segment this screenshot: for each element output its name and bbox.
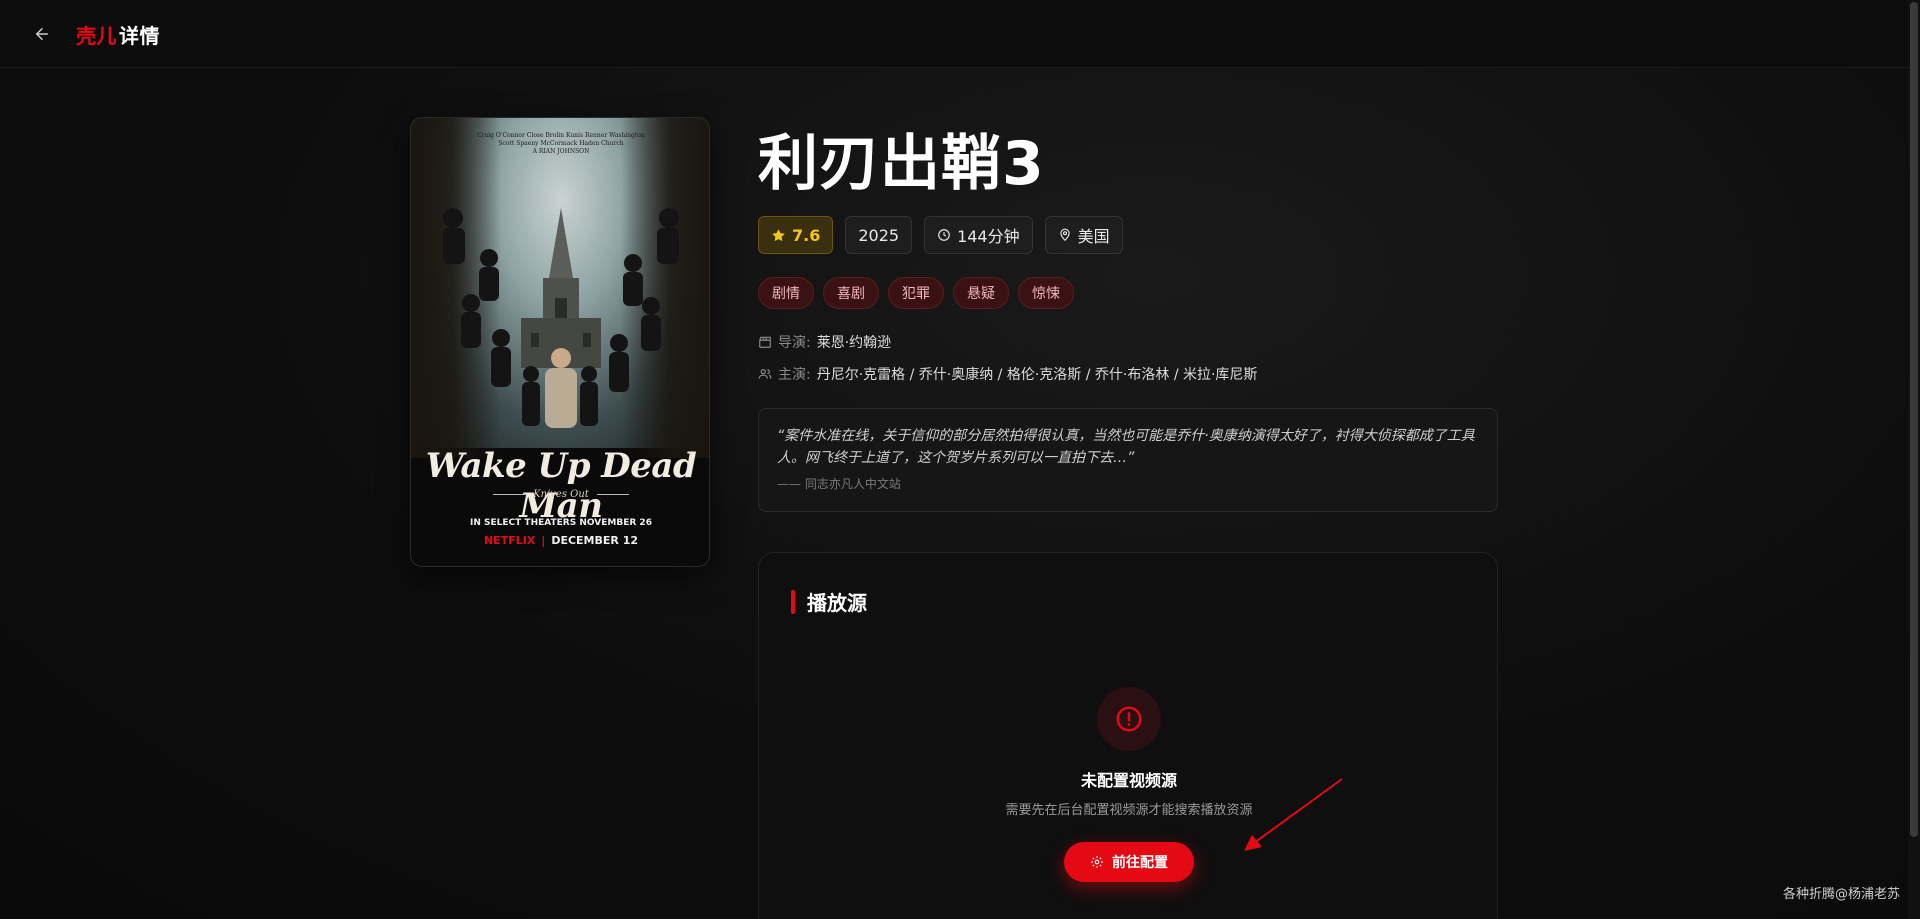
poster-credits-director: A RIAN JOHNSON: [532, 148, 590, 155]
alert-circle-icon: [1116, 706, 1142, 732]
play-source-title: 播放源: [807, 591, 867, 615]
poster-cast-figures: [443, 208, 679, 428]
genre-tag[interactable]: 惊悚: [1018, 277, 1074, 309]
genre-tag[interactable]: 剧情: [758, 277, 814, 309]
genre-tag[interactable]: 悬疑: [953, 277, 1009, 309]
director-label: 导演:: [778, 335, 811, 351]
genre-tag[interactable]: 喜剧: [823, 277, 879, 309]
cast-row: 主演: 丹尼尔·克雷格 / 乔什·奥康纳 / 格伦·克洛斯 / 乔什·布洛林 /…: [758, 364, 1257, 384]
poster-release: NETFLIX | DECEMBER 12: [411, 534, 709, 547]
back-button[interactable]: [30, 22, 54, 46]
play-source-panel: 播放源 未配置视频源 需要先在后台配置视频源才能搜索播放资源 前往配置: [758, 552, 1498, 919]
scrollbar-track[interactable]: [1908, 0, 1920, 919]
gear-icon: [1091, 856, 1103, 868]
cast-names: 丹尼尔·克雷格 / 乔什·奥康纳 / 格伦·克洛斯 / 乔什·布洛林 / 米拉·…: [816, 367, 1258, 383]
users-icon: [758, 369, 772, 379]
annotation-arrow-icon: [1244, 778, 1343, 851]
year-badge: 2025: [845, 216, 913, 254]
clock-icon: [938, 229, 950, 241]
country-badge: 美国: [1044, 216, 1123, 254]
go-to-config-label: 前往配置: [1112, 855, 1168, 871]
poster-theaters: IN SELECT THEATERS NOVEMBER 26: [470, 518, 652, 528]
movie-poster: Craig O'Connor Close Brolin Kunis Renner…: [410, 117, 710, 567]
watermark: 各种折腾@杨浦老苏: [1782, 887, 1900, 902]
poster-release-date: DECEMBER 12: [551, 534, 639, 547]
poster-network: NETFLIX: [483, 534, 536, 547]
poster-credits: Craig O'Connor Close Brolin Kunis Renner…: [431, 132, 691, 156]
rating-badge: 7.6: [758, 216, 834, 254]
poster-credits-top: Craig O'Connor Close Brolin Kunis Renner…: [477, 132, 645, 139]
duration-badge: 144分钟: [924, 216, 1033, 254]
arrow-left-icon: [36, 28, 48, 40]
review-source: —— 同志亦凡人中文站: [777, 477, 901, 491]
duration-value: 144分钟: [957, 227, 1020, 246]
cast-label: 主演:: [778, 367, 811, 383]
brand-suffix: 详情: [119, 24, 160, 48]
clapperboard-icon: [759, 336, 771, 348]
genre-list: 剧情 喜剧 犯罪 悬疑 惊悚: [758, 277, 1074, 309]
director-name: 莱恩·约翰逊: [816, 335, 892, 351]
empty-state-badge: [1097, 687, 1161, 751]
star-icon: [772, 228, 785, 241]
top-bar: 壳儿 详情: [0, 0, 1908, 68]
year-value: 2025: [858, 225, 900, 245]
scrollbar-thumb[interactable]: [1910, 2, 1918, 837]
page-title: 壳儿 详情: [76, 20, 160, 49]
country-value: 美国: [1077, 227, 1110, 246]
meta-row: 7.6 2025 144分钟 美国: [758, 216, 1123, 254]
movie-title: 利刃出鞘3: [758, 129, 1045, 199]
empty-state-title: 未配置视频源: [1080, 771, 1177, 790]
poster-title: Wake Up Dead Man: [425, 446, 697, 526]
app-root: 壳儿 详情 Craig O'Connor Close Brolin Kunis …: [0, 0, 1920, 919]
go-to-config-button[interactable]: 前往配置: [1064, 842, 1194, 882]
poster-credits-mid: Scott Spaeny McCormack Haden Church: [498, 140, 624, 147]
brand-name: 壳儿: [76, 24, 117, 48]
director-row: 导演: 莱恩·约翰逊: [758, 332, 891, 352]
rating-value: 7.6: [792, 225, 821, 245]
review-quote: “案件水准在线，关于信仰的部分居然拍得很认真，当然也可能是乔什·奥康纳演得太好了…: [758, 408, 1498, 512]
poster-subtitle: Knives Out: [411, 489, 709, 500]
heading-accent-bar: [791, 589, 795, 614]
review-text: “案件水准在线，关于信仰的部分居然拍得很认真，当然也可能是乔什·奥康纳演得太好了…: [777, 428, 1475, 466]
play-source-heading: 播放源: [791, 587, 867, 616]
genre-tag[interactable]: 犯罪: [888, 277, 944, 309]
empty-state-description: 需要先在后台配置视频源才能搜索播放资源: [1005, 803, 1253, 818]
map-pin-icon: [1059, 228, 1070, 242]
poster-separator: |: [541, 534, 546, 547]
